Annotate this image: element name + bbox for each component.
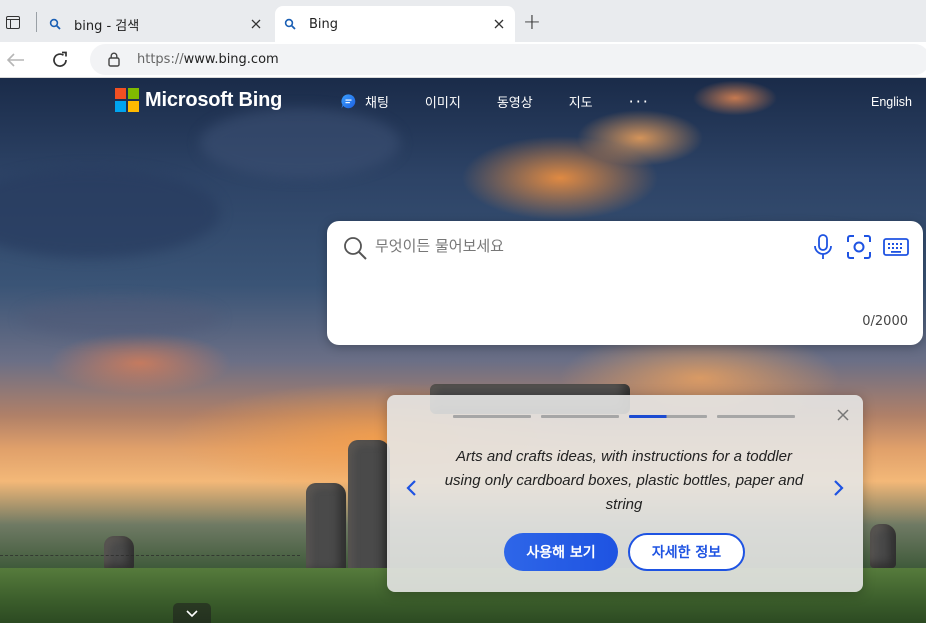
search-input[interactable]: 무엇이든 물어보세요	[375, 235, 504, 256]
nav-chat-label: 채팅	[365, 96, 389, 111]
search-icon	[48, 17, 62, 31]
bing-homepage: Microsoft Bing 채팅 이미지 동영상 지도 ··· English…	[0, 78, 926, 623]
tab-bing[interactable]: Bing	[275, 6, 515, 42]
visual-search-icon[interactable]	[845, 233, 873, 261]
search-icon	[344, 237, 367, 260]
microsoft-bing-logo[interactable]: Microsoft Bing	[115, 88, 282, 112]
chat-bubble-icon	[341, 94, 356, 109]
carousel-indicator-active[interactable]	[629, 415, 707, 418]
scroll-down-button[interactable]	[173, 603, 211, 623]
close-icon[interactable]	[835, 407, 851, 423]
more-icon: ···	[628, 92, 650, 111]
background-stone	[306, 483, 346, 575]
reload-icon	[53, 51, 67, 67]
url-scheme: https://	[137, 52, 184, 67]
nav-chat[interactable]: 채팅	[340, 92, 389, 111]
nav-videos-label: 동영상	[496, 96, 533, 111]
microsoft-logo-icon	[115, 88, 139, 112]
chevron-left-icon[interactable]	[405, 479, 419, 497]
search-icon	[283, 17, 297, 31]
tab-close-icon[interactable]	[248, 16, 264, 32]
tab-separator	[36, 12, 37, 32]
char-counter: 0/2000	[862, 314, 908, 329]
nav-videos[interactable]: 동영상	[497, 92, 533, 111]
chevron-right-icon[interactable]	[831, 479, 845, 497]
carousel-indicator[interactable]	[453, 415, 531, 418]
try-it-button[interactable]: 사용해 보기	[504, 533, 618, 571]
nav-images[interactable]: 이미지	[425, 92, 461, 111]
new-tab-button[interactable]: +	[521, 10, 543, 35]
logo-text: Microsoft Bing	[145, 88, 283, 111]
background-cloud	[200, 108, 400, 178]
lock-icon[interactable]	[107, 52, 121, 68]
carousel-progress	[453, 415, 805, 418]
top-nav: 채팅 이미지 동영상 지도 ···	[340, 92, 650, 111]
tab-bing-search[interactable]: bing - 검색	[40, 6, 272, 42]
url-text: https://www.bing.com	[137, 52, 279, 67]
tab-actions-icon	[6, 15, 20, 29]
nav-maps-label: 지도	[568, 96, 593, 111]
arrow-left-icon	[7, 53, 24, 67]
tab-actions-button[interactable]	[0, 10, 26, 34]
url-host: www.bing.com	[183, 52, 279, 67]
reload-button[interactable]	[47, 47, 73, 73]
suggestion-text: Arts and crafts ideas, with instructions…	[444, 448, 804, 513]
browser-toolbar: https://www.bing.com	[0, 42, 926, 78]
suggestion-card: Arts and crafts ideas, with instructions…	[387, 395, 863, 592]
carousel-indicator[interactable]	[717, 415, 795, 418]
microphone-icon[interactable]	[811, 233, 835, 261]
keyboard-icon[interactable]	[882, 235, 910, 259]
search-box[interactable]: 무엇이든 물어보세요 0/2000	[327, 221, 923, 345]
background-stone	[870, 524, 896, 568]
tab-bar: bing - 검색 Bing +	[0, 0, 926, 42]
background-cloud	[20, 298, 220, 338]
carousel-indicator[interactable]	[541, 415, 619, 418]
language-link[interactable]: English	[871, 95, 912, 109]
background-stone	[104, 536, 134, 570]
background-cloud	[0, 168, 220, 258]
back-button[interactable]	[3, 47, 29, 73]
nav-maps[interactable]: 지도	[569, 92, 593, 111]
nav-more-button[interactable]: ···	[629, 92, 650, 111]
learn-more-button[interactable]: 자세한 정보	[628, 533, 745, 571]
tab-title: bing - 검색	[74, 18, 140, 34]
nav-images-label: 이미지	[424, 96, 461, 111]
background-stone	[348, 440, 390, 588]
tab-title: Bing	[309, 16, 339, 32]
background-fence	[0, 555, 300, 556]
chevron-down-icon	[186, 610, 198, 618]
address-bar[interactable]: https://www.bing.com	[90, 44, 926, 75]
tab-close-icon[interactable]	[491, 16, 507, 32]
